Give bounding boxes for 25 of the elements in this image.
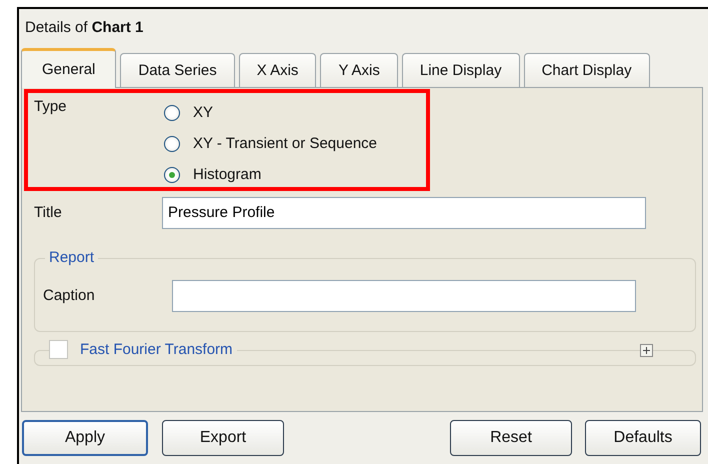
radio-button[interactable] [164, 104, 180, 121]
radio-label: XY [193, 104, 214, 122]
type-label: Type [34, 98, 68, 117]
tab[interactable]: General [21, 48, 116, 88]
tab[interactable]: Y Axis [320, 52, 398, 87]
tab[interactable]: Chart Display [524, 52, 650, 87]
window-title: Details of Chart 1 [24, 18, 144, 38]
action-button[interactable]: Apply [22, 420, 148, 456]
caption-input-field[interactable] [172, 280, 636, 312]
action-button[interactable]: Export [162, 420, 284, 456]
action-button[interactable]: Reset [450, 420, 572, 456]
radio-label: Histogram [193, 166, 262, 184]
action-button[interactable]: Defaults [585, 420, 701, 456]
checkbox[interactable] [49, 340, 68, 360]
title-label: Title [34, 204, 63, 222]
title-input-field[interactable]: Pressure Profile [162, 196, 646, 229]
radio-label: XY - Transient or Sequence [193, 135, 377, 152]
radio-button[interactable] [164, 166, 180, 183]
radio-button[interactable] [164, 136, 180, 152]
tab[interactable]: Data Series [120, 52, 235, 87]
expand-icon[interactable] [640, 344, 653, 357]
caption-label: Caption [43, 287, 96, 304]
tab[interactable]: Line Display [402, 52, 520, 87]
tab[interactable]: X Axis [238, 52, 316, 87]
fft-label[interactable]: Fast Fourier Transform [80, 341, 233, 358]
